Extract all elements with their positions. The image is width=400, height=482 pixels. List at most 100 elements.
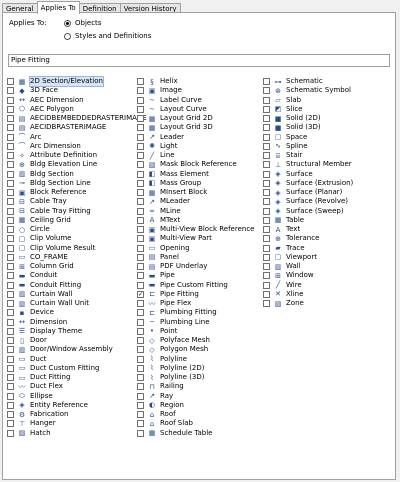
object-type-checkbox[interactable] [7,364,14,372]
object-type-item[interactable]: ▪ Device [7,308,147,317]
object-type-item[interactable]: ⊕ Bldg Elevation Line [7,160,147,169]
object-type-item[interactable]: ■ Solid (2D) [263,114,353,123]
object-type-item[interactable]: ⊟ Cable Tray Fitting [7,207,147,216]
object-type-item[interactable]: • Point [137,327,254,336]
object-type-item[interactable]: ◇ Polygon Mesh [137,345,254,354]
tab-applies-to[interactable]: Applies To [36,1,80,14]
object-type-checkbox[interactable] [7,263,14,271]
object-type-item[interactable]: ▬ Pipe Custom Fitting [137,281,254,290]
object-type-item[interactable]: ⌇ Polyline (2D) [137,364,254,373]
object-type-checkbox[interactable] [137,152,144,160]
object-type-checkbox[interactable] [137,355,144,363]
object-type-item[interactable]: ⌇ Polyline (3D) [137,373,254,382]
styles-definitions-radio[interactable] [64,32,71,40]
object-type-checkbox[interactable] [7,78,14,86]
object-type-item[interactable]: ▣ Multi-View Block Reference [137,225,254,234]
object-type-item[interactable]: ☰ Display Theme [7,327,147,336]
object-type-checkbox[interactable] [7,337,14,345]
object-type-item[interactable]: ▬ Pipe [137,271,254,280]
object-type-checkbox[interactable]: ✓ [137,290,144,298]
object-type-checkbox[interactable] [137,401,144,409]
object-type-item[interactable]: ⌸ Stair [263,151,353,160]
object-type-item[interactable]: ▣ Block Reference [7,188,147,197]
object-type-checkbox[interactable] [7,115,14,123]
object-type-item[interactable]: ▢ Clip Volume Result [7,244,147,253]
object-type-checkbox[interactable] [137,78,144,86]
object-type-item[interactable]: ⊸ Bldg Section Line [7,179,147,188]
object-type-item[interactable]: ▥ Curtain Wall [7,290,147,299]
object-type-checkbox[interactable] [7,346,14,354]
object-type-item[interactable]: ▦ 2D Section/Elevation [7,76,147,88]
object-type-item[interactable]: ▭ Opening [137,244,254,253]
object-type-item[interactable]: ▰ Trace [263,244,353,253]
object-type-item[interactable]: ╱ Line [137,151,254,160]
object-type-item[interactable]: ▱ Slab [263,96,353,105]
object-type-checkbox[interactable] [7,124,14,132]
object-type-item[interactable]: ∿ Spline [263,142,353,151]
objects-radio[interactable] [64,19,71,27]
object-type-checkbox[interactable] [263,152,270,160]
object-type-checkbox[interactable] [137,263,144,271]
object-type-checkbox[interactable] [263,290,270,298]
object-type-checkbox[interactable] [263,105,270,113]
object-type-checkbox[interactable] [263,124,270,132]
object-type-checkbox[interactable] [137,364,144,372]
object-type-checkbox[interactable] [7,87,14,95]
object-type-item[interactable]: ▢ Clip Volume [7,234,147,243]
object-type-checkbox[interactable] [7,161,14,169]
object-type-item[interactable]: ▯ Door [7,336,147,345]
object-type-item[interactable]: ▢ Space [263,133,353,142]
object-type-checkbox[interactable] [263,253,270,261]
object-type-checkbox[interactable] [7,429,14,437]
object-type-item[interactable]: ◈ Entity Reference [7,401,147,410]
object-type-item[interactable]: ◧ Mass Group [137,179,254,188]
object-type-checkbox[interactable] [137,105,144,113]
object-type-item[interactable]: ▦ MInsert Block [137,188,254,197]
object-type-item[interactable]: § Helix [137,77,254,86]
object-type-checkbox[interactable] [7,401,14,409]
object-type-item[interactable]: ◈ Surface (Revolve) [263,197,353,206]
object-type-checkbox[interactable] [263,115,270,123]
object-type-checkbox[interactable] [263,263,270,271]
object-type-item[interactable]: 〰 Pipe Flex [137,299,254,308]
object-type-checkbox[interactable] [7,198,14,206]
object-type-checkbox[interactable] [137,179,144,187]
object-type-checkbox[interactable] [137,374,144,382]
object-type-checkbox[interactable] [137,198,144,206]
object-type-checkbox[interactable] [137,96,144,104]
object-type-checkbox[interactable] [263,170,270,178]
object-type-item[interactable]: ⊏ Plumbing Fitting [137,308,254,317]
object-type-checkbox[interactable] [263,216,270,224]
object-type-item[interactable]: ⌒ Arc Dimension [7,142,147,151]
object-type-checkbox[interactable] [137,411,144,419]
object-type-item[interactable]: ▬ Conduit Fitting [7,281,147,290]
object-type-checkbox[interactable] [7,105,14,113]
object-type-checkbox[interactable] [7,142,14,150]
object-type-checkbox[interactable] [7,152,14,160]
object-type-item[interactable]: ⊞ Column Grid [7,262,147,271]
object-type-checkbox[interactable] [7,96,14,104]
object-type-item[interactable]: ▦ Ceiling Grid [7,216,147,225]
object-type-checkbox[interactable] [7,300,14,308]
object-type-item[interactable]: ▭ CO_FRAME [7,253,147,262]
object-type-item[interactable]: ✕ Xline [263,290,353,299]
object-type-checkbox[interactable] [137,170,144,178]
object-type-item[interactable]: ▥ Bldg Section [7,170,147,179]
object-type-checkbox[interactable] [7,318,14,326]
object-type-item[interactable]: ▣ Multi-View Part [137,234,254,243]
object-type-item[interactable]: ⊕ Tolerance [263,234,353,243]
object-type-checkbox[interactable] [7,179,14,187]
object-type-checkbox[interactable] [7,133,14,141]
object-type-checkbox[interactable] [263,161,270,169]
object-type-checkbox[interactable] [7,207,14,215]
object-type-item[interactable]: ■ Solid (3D) [263,123,353,132]
object-type-item[interactable]: ▧ Mask Block Reference [137,160,254,169]
object-type-item[interactable]: ◈ Surface (Planar) [263,188,353,197]
object-type-checkbox[interactable] [7,281,14,289]
objects-radio-option[interactable]: Objects [64,19,101,27]
object-type-item[interactable]: ✧ Attribute Definition [7,151,147,160]
object-type-item[interactable]: ▦ Table [263,216,353,225]
object-type-checkbox[interactable] [137,309,144,317]
object-type-checkbox[interactable] [263,207,270,215]
object-type-item[interactable]: ✺ Light [137,142,254,151]
